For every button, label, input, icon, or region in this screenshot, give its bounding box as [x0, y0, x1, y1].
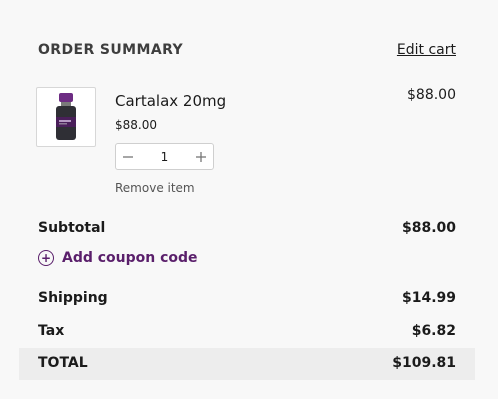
quantity-stepper[interactable]: 1	[115, 143, 214, 170]
quantity-value[interactable]: 1	[161, 150, 169, 164]
add-coupon-label: Add coupon code	[62, 250, 198, 266]
total-value: $109.81	[392, 355, 456, 371]
remove-item-link[interactable]: Remove item	[115, 181, 195, 195]
product-vial-icon	[56, 93, 76, 140]
product-thumbnail[interactable]	[36, 87, 96, 147]
shipping-row: Shipping $14.99	[38, 290, 456, 306]
subtotal-label: Subtotal	[38, 220, 106, 236]
minus-icon	[123, 155, 133, 158]
item-line-price: $88.00	[407, 87, 456, 103]
order-summary-title: ORDER SUMMARY	[38, 42, 184, 58]
add-coupon-button[interactable]: + Add coupon code	[38, 250, 198, 266]
edit-cart-link[interactable]: Edit cart	[397, 42, 456, 58]
subtotal-row: Subtotal $88.00	[38, 220, 456, 236]
plus-icon	[195, 151, 206, 162]
item-unit-price: $88.00	[115, 118, 157, 132]
tax-row: Tax $6.82	[38, 323, 456, 339]
tax-label: Tax	[38, 323, 65, 339]
shipping-label: Shipping	[38, 290, 108, 306]
total-row: TOTAL $109.81	[38, 355, 456, 371]
shipping-value: $14.99	[401, 290, 456, 306]
subtotal-value: $88.00	[401, 220, 456, 236]
total-label: TOTAL	[38, 355, 88, 371]
tax-value: $6.82	[411, 323, 456, 339]
item-name[interactable]: Cartalax 20mg	[115, 92, 226, 110]
decrease-quantity-button[interactable]	[116, 144, 140, 169]
add-circle-icon: +	[38, 250, 54, 266]
increase-quantity-button[interactable]	[189, 144, 213, 169]
